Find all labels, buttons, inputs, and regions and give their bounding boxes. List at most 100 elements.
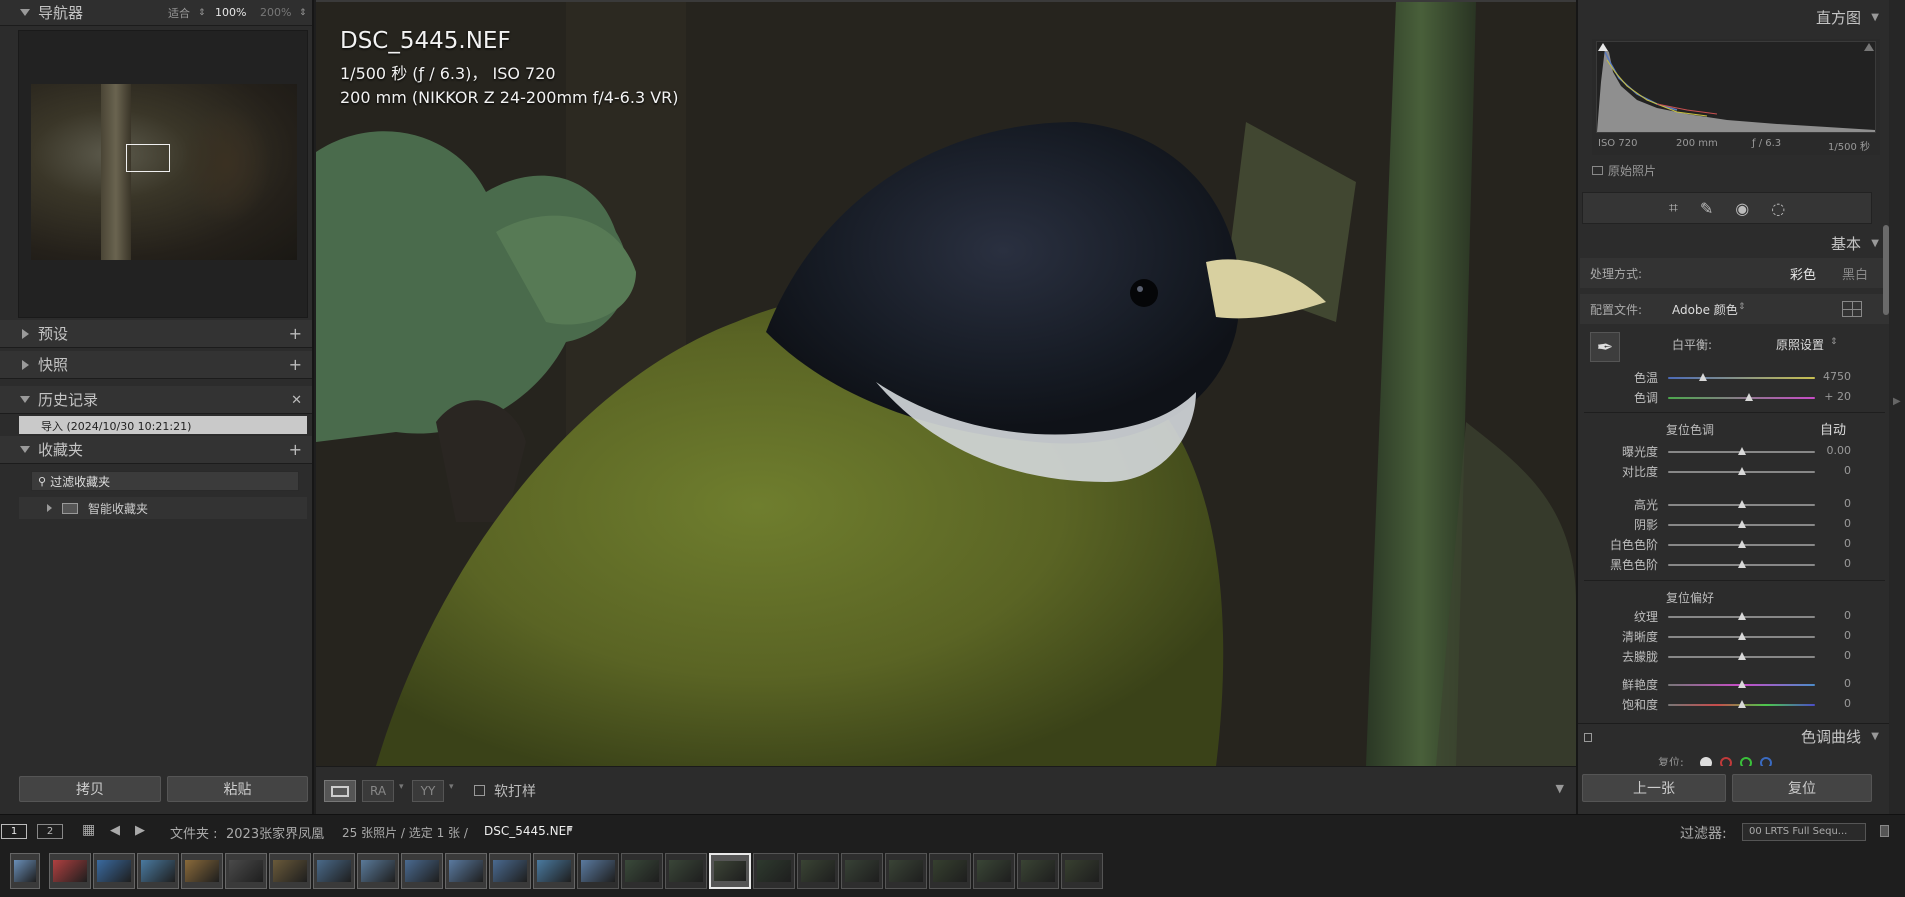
- filmstrip-thumbnail[interactable]: [1017, 853, 1059, 889]
- dehaze-value[interactable]: 0: [1811, 649, 1851, 662]
- tone-curve-reset-label[interactable]: 复位:: [1658, 754, 1684, 766]
- collapse-triangle-icon[interactable]: [20, 9, 30, 16]
- zoom-200[interactable]: 200%: [260, 6, 291, 19]
- tint-value[interactable]: + 20: [1811, 390, 1851, 403]
- photo-canvas[interactable]: [316, 2, 1576, 766]
- healing-icon[interactable]: ✎: [1700, 199, 1713, 218]
- filmstrip-thumbnail[interactable]: [269, 853, 311, 889]
- shadow-clip-icon[interactable]: [1598, 43, 1608, 51]
- saturation-thumb[interactable]: [1737, 700, 1746, 708]
- filmstrip-thumbnail[interactable]: [841, 853, 883, 889]
- blacks-value[interactable]: 0: [1811, 557, 1851, 570]
- loupe-view-button[interactable]: [324, 780, 356, 802]
- lock-icon[interactable]: [1880, 825, 1889, 837]
- smart-collection-row[interactable]: 智能收藏夹: [19, 497, 307, 519]
- collapse-icon[interactable]: ▼: [1871, 238, 1879, 249]
- navigator-header[interactable]: 导航器 适合 ⇕ 100% 200% ⇕: [0, 0, 312, 26]
- add-icon[interactable]: +: [289, 324, 302, 343]
- chevron-down-icon[interactable]: ▾: [399, 782, 404, 792]
- zoom-fit[interactable]: 适合: [168, 5, 190, 21]
- collapse-icon[interactable]: ▼: [1871, 731, 1879, 742]
- histogram[interactable]: ISO 720 200 mm ƒ / 6.3 1/500 秒: [1592, 39, 1880, 155]
- filmstrip-thumbnail[interactable]: [225, 853, 267, 889]
- expand-triangle-icon[interactable]: [22, 328, 29, 339]
- folder-name[interactable]: 2023张家界凤凰: [226, 823, 324, 842]
- vibrance-value[interactable]: 0: [1811, 677, 1851, 690]
- vibrance-slider[interactable]: [1668, 680, 1815, 688]
- reset-button[interactable]: 复位: [1732, 774, 1872, 802]
- filmstrip-thumbnail[interactable]: [93, 853, 135, 889]
- filmstrip-thumbnail[interactable]: [137, 853, 179, 889]
- texture-thumb[interactable]: [1737, 612, 1746, 620]
- presence-reset-label[interactable]: 复位偏好: [1666, 589, 1714, 606]
- clarity-thumb[interactable]: [1737, 632, 1746, 640]
- dehaze-thumb[interactable]: [1737, 652, 1746, 660]
- texture-value[interactable]: 0: [1811, 609, 1851, 622]
- presets-header[interactable]: 预设 +: [0, 320, 312, 348]
- toolbar-menu-icon[interactable]: ▼: [1556, 782, 1564, 795]
- panel-toggle-icon[interactable]: [1584, 733, 1592, 742]
- filmstrip-thumbnail[interactable]: [313, 853, 355, 889]
- eyedropper-icon[interactable]: ✒: [1590, 332, 1620, 362]
- filmstrip-thumbnail[interactable]: [1061, 853, 1103, 889]
- collapse-icon[interactable]: ▼: [1871, 12, 1879, 23]
- temp-slider[interactable]: [1668, 373, 1815, 381]
- survey-view-button[interactable]: YY: [412, 780, 444, 802]
- history-header[interactable]: 历史记录 ✕: [0, 386, 312, 414]
- filmstrip-thumbnail[interactable]: [665, 853, 707, 889]
- contrast-slider[interactable]: [1668, 467, 1815, 475]
- tint-slider[interactable]: [1668, 393, 1815, 401]
- whites-value[interactable]: 0: [1811, 537, 1851, 550]
- redeye-icon[interactable]: ◉: [1735, 199, 1749, 218]
- compare-view-button[interactable]: RA: [362, 780, 394, 802]
- panel-collapse-arrow-icon[interactable]: ▶: [1893, 396, 1901, 407]
- filmstrip-thumbnail[interactable]: [753, 853, 795, 889]
- clarity-value[interactable]: 0: [1811, 629, 1851, 642]
- filmstrip-thumbnail[interactable]: [489, 853, 531, 889]
- saturation-value[interactable]: 0: [1811, 697, 1851, 710]
- forward-arrow-icon[interactable]: ▶: [135, 823, 145, 838]
- profile-select[interactable]: Adobe 颜色: [1672, 301, 1738, 318]
- original-photo-checkbox[interactable]: [1592, 166, 1603, 175]
- grid-icon[interactable]: ▦: [82, 822, 95, 838]
- zoom-100[interactable]: 100%: [215, 6, 246, 19]
- histogram-graph[interactable]: [1596, 41, 1876, 133]
- texture-slider[interactable]: [1668, 612, 1815, 620]
- filmstrip-thumbnail[interactable]: [929, 853, 971, 889]
- close-icon[interactable]: ✕: [291, 393, 302, 408]
- highlights-value[interactable]: 0: [1811, 497, 1851, 510]
- treatment-bw-button[interactable]: 黑白: [1842, 264, 1868, 283]
- snapshots-header[interactable]: 快照 +: [0, 351, 312, 379]
- monitor-2-button[interactable]: 2: [37, 824, 63, 839]
- expand-triangle-icon[interactable]: [47, 504, 52, 512]
- navigator-thumbnail[interactable]: [31, 84, 297, 260]
- masking-icon[interactable]: ◌: [1771, 199, 1785, 218]
- collapse-triangle-icon[interactable]: [20, 446, 30, 453]
- current-file[interactable]: DSC_5445.NEF: [484, 824, 573, 838]
- collections-header[interactable]: 收藏夹 +: [0, 436, 312, 464]
- navigator-viewport-box[interactable]: [126, 144, 170, 172]
- whites-slider[interactable]: [1668, 540, 1815, 548]
- dehaze-slider[interactable]: [1668, 652, 1815, 660]
- contrast-thumb[interactable]: [1737, 467, 1746, 475]
- paste-button[interactable]: 粘贴: [167, 776, 308, 802]
- add-icon[interactable]: +: [289, 355, 302, 374]
- filmstrip-thumbnail[interactable]: [577, 853, 619, 889]
- filmstrip-thumbnail[interactable]: [401, 853, 443, 889]
- saturation-slider[interactable]: [1668, 700, 1815, 708]
- filmstrip-thumbnail[interactable]: [49, 853, 91, 889]
- shadows-thumb[interactable]: [1737, 520, 1746, 528]
- filmstrip-thumbnail[interactable]: [533, 853, 575, 889]
- filmstrip-thumbnail[interactable]: [357, 853, 399, 889]
- vibrance-thumb[interactable]: [1737, 680, 1746, 688]
- curve-blue-dot[interactable]: [1760, 757, 1772, 766]
- filmstrip-thumbnail[interactable]: [885, 853, 927, 889]
- highlights-slider[interactable]: [1668, 500, 1815, 508]
- exposure-thumb[interactable]: [1737, 447, 1746, 455]
- tint-thumb[interactable]: [1744, 393, 1753, 401]
- previous-button[interactable]: 上一张: [1582, 774, 1726, 802]
- blacks-slider[interactable]: [1668, 560, 1815, 568]
- back-arrow-icon[interactable]: ◀: [110, 823, 120, 838]
- filmstrip-thumbnail[interactable]: [445, 853, 487, 889]
- crop-icon[interactable]: ⌗: [1669, 198, 1678, 218]
